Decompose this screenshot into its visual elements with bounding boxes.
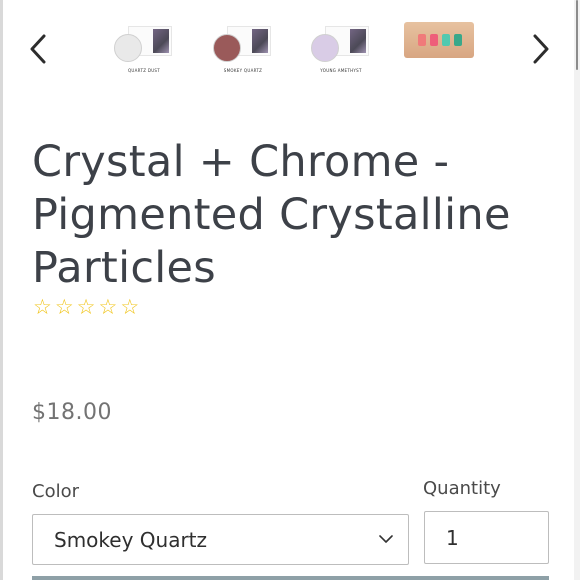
- swatch: [430, 34, 438, 46]
- thumbnail-young-amethyst[interactable]: YOUNG AMETHYST: [305, 20, 377, 80]
- thumbnail-caption: SMOKEY QUARTZ: [223, 68, 263, 73]
- thumbnail-quartz-dust[interactable]: QUARTZ DUST: [108, 20, 180, 80]
- thumbnail-smokey-quartz[interactable]: SMOKEY QUARTZ: [207, 20, 279, 80]
- pigment-pot: [114, 34, 142, 62]
- pigment-pot: [311, 34, 339, 62]
- star-outline-icon: ☆: [33, 295, 52, 319]
- chevron-right-icon: [533, 34, 549, 64]
- chevron-down-icon: [379, 535, 393, 543]
- quantity-label: Quantity: [423, 478, 501, 499]
- quantity-input[interactable]: [426, 513, 547, 562]
- carousel-next-button[interactable]: [519, 26, 563, 72]
- thumbnail-carousel: QUARTZ DUST SMOKEY QUARTZ YOUNG AMETHYST: [0, 0, 580, 100]
- star-rating[interactable]: ☆ ☆ ☆ ☆ ☆: [33, 296, 139, 318]
- product-price: $18.00: [32, 400, 112, 425]
- thumbnail-caption: YOUNG AMETHYST: [320, 68, 362, 73]
- pigment-pot: [213, 34, 241, 62]
- star-outline-icon: ☆: [120, 295, 140, 319]
- star-outline-icon: ☆: [98, 295, 118, 319]
- color-select-value: Smokey Quartz: [54, 528, 208, 552]
- swatch: [442, 34, 450, 46]
- thumbnail-caption: QUARTZ DUST: [127, 68, 161, 73]
- chevron-left-icon: [30, 34, 46, 64]
- thumbnail-swatch-arm[interactable]: [404, 22, 474, 58]
- product-title: Crystal + Chrome - Pigmented Crystalline…: [32, 137, 511, 293]
- star-outline-icon: ☆: [54, 295, 74, 319]
- color-select[interactable]: Smokey Quartz: [32, 514, 409, 565]
- star-outline-icon: ☆: [76, 295, 96, 319]
- quantity-field[interactable]: [424, 511, 549, 564]
- swatch: [418, 34, 426, 46]
- swatch: [454, 34, 462, 46]
- add-to-cart-button[interactable]: [32, 576, 549, 580]
- color-label: Color: [32, 481, 79, 502]
- carousel-prev-button[interactable]: [16, 26, 60, 72]
